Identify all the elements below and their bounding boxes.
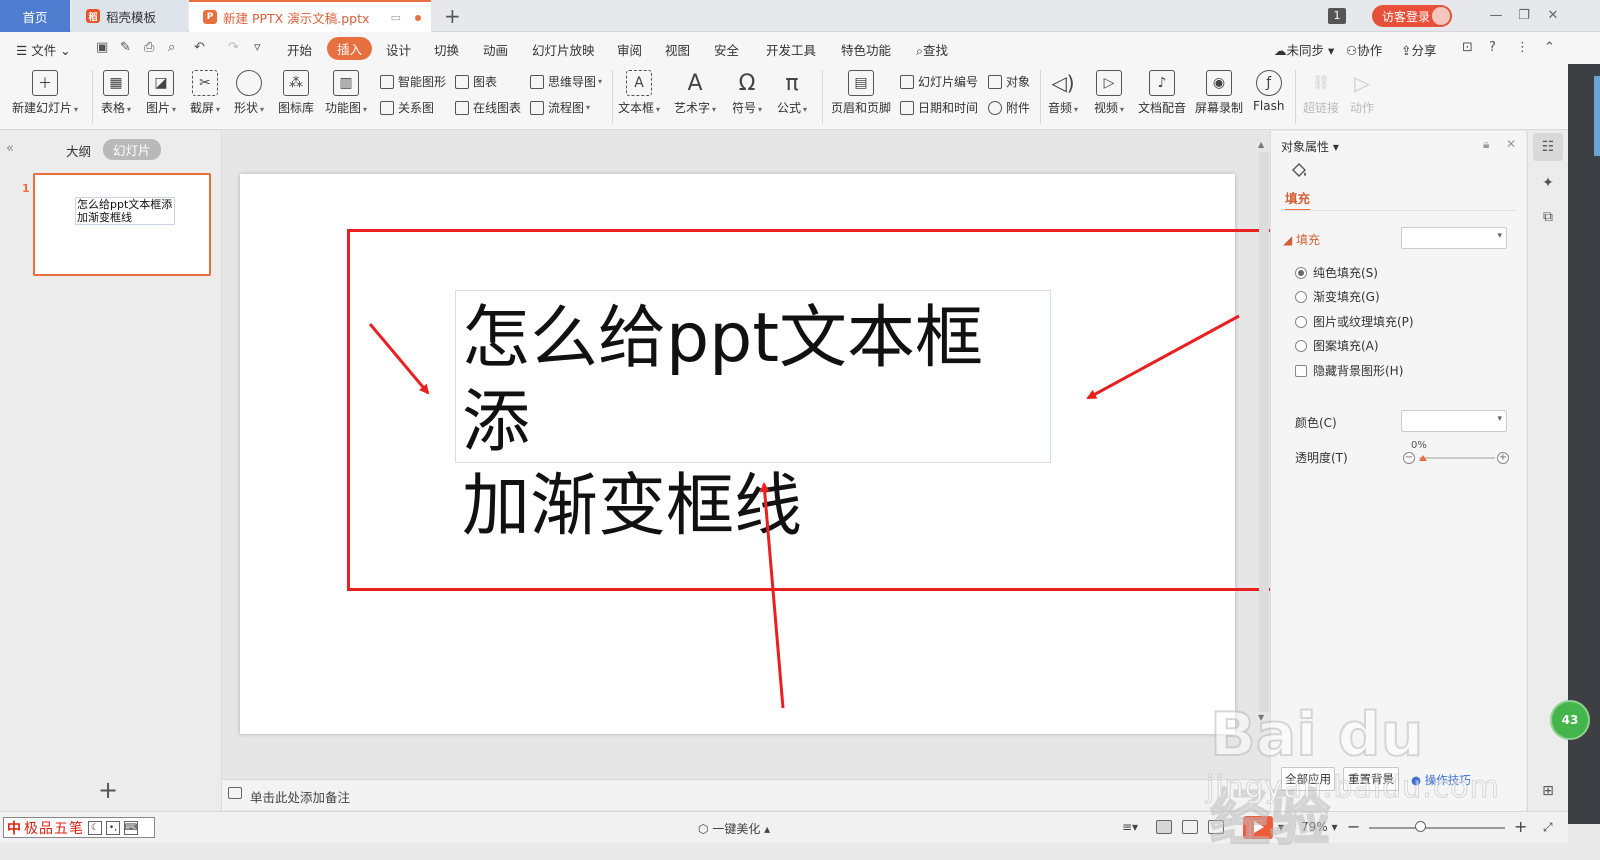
- paint-bucket-icon: [1292, 163, 1306, 177]
- decrease-icon[interactable]: −: [1403, 452, 1415, 464]
- reading-view-icon[interactable]: [1208, 820, 1224, 834]
- annotation-arrow-bottom: [759, 482, 785, 709]
- color-label: 颜色(C): [1295, 416, 1337, 430]
- ime-name: 极品五笔: [24, 820, 84, 837]
- fill-section-label: 填充: [1296, 233, 1321, 247]
- hide-background-box: [1295, 364, 1307, 377]
- notes-icon: [228, 787, 242, 799]
- zoom-knob[interactable]: [1415, 821, 1426, 832]
- ime-toolbar[interactable]: 中 极品五笔 ☾ •, ⌨: [3, 817, 155, 838]
- close-panel-icon[interactable]: ✕: [1506, 137, 1516, 151]
- ime-chinese-icon: 中: [7, 820, 21, 837]
- properties-icon[interactable]: ☷: [1533, 133, 1563, 161]
- lock-icon[interactable]: 🔒︎: [1483, 137, 1489, 152]
- scrollbar-thumb[interactable]: [1259, 152, 1269, 712]
- status-bar: 中 极品五笔 ☾ •, ⌨ ⬡ 一键美化 ▴ ≡▾ ▾ 79% ▾ − + ⤢: [0, 811, 1568, 843]
- radio-solid-fill-dot: [1295, 266, 1307, 279]
- normal-view-icon[interactable]: [1156, 820, 1172, 834]
- zoom-slider[interactable]: [1369, 827, 1505, 829]
- tips-label: 操作技巧: [1424, 773, 1471, 787]
- apply-all-button[interactable]: 全部应用: [1281, 767, 1335, 791]
- moon-icon[interactable]: ☾: [88, 820, 102, 835]
- fit-window-icon[interactable]: ⤢: [1543, 820, 1553, 835]
- pin-icon[interactable]: ✦: [1533, 169, 1563, 197]
- fill-dropdown[interactable]: [1401, 227, 1507, 249]
- annotation-arrow-left: [368, 323, 430, 395]
- beautify-button[interactable]: ⬡ 一键美化 ▴: [698, 820, 770, 837]
- radio-pattern-fill-label: 图案填充(A): [1313, 339, 1379, 353]
- zoom-in-icon[interactable]: +: [1514, 817, 1527, 836]
- radio-gradient-fill-dot: [1295, 290, 1307, 303]
- radio-picture-fill-label: 图片或纹理填充(P): [1313, 315, 1414, 329]
- punctuation-icon[interactable]: •,: [106, 820, 120, 835]
- slider-track: [1419, 457, 1495, 459]
- cube-icon: ⬡: [698, 821, 709, 836]
- beautify-label: 一键美化: [712, 822, 761, 836]
- zoom-level[interactable]: 79% ▾: [1301, 820, 1338, 834]
- radio-gradient-fill-label: 渐变填充(G): [1313, 290, 1380, 304]
- zoom-out-icon[interactable]: −: [1347, 817, 1360, 836]
- play-options-icon[interactable]: ▾: [1278, 820, 1284, 834]
- fill-section-header[interactable]: ◢ 填充: [1283, 231, 1320, 248]
- reset-background-button[interactable]: 重置背景: [1343, 767, 1399, 791]
- annotation-arrow-right: [1086, 314, 1240, 400]
- grid-icon[interactable]: ⊞: [1533, 777, 1563, 805]
- color-dropdown[interactable]: [1401, 410, 1507, 432]
- hide-background-label: 隐藏背景图形(H): [1313, 364, 1404, 378]
- tips-link[interactable]: ● 操作技巧: [1411, 772, 1471, 788]
- panel-title[interactable]: 对象属性 ▾: [1281, 138, 1339, 155]
- radio-picture-fill[interactable]: 图片或纹理填充(P): [1295, 313, 1414, 330]
- radio-solid-fill[interactable]: 纯色填充(S): [1295, 264, 1378, 281]
- play-slideshow-button[interactable]: [1243, 816, 1273, 839]
- scroll-up-icon[interactable]: ▲: [1258, 140, 1264, 149]
- radio-solid-fill-label: 纯色填充(S): [1313, 266, 1378, 280]
- transform-icon[interactable]: ⧉: [1533, 203, 1563, 231]
- radio-pattern-fill-dot: [1295, 339, 1307, 352]
- zoom-value: 79%: [1301, 820, 1328, 834]
- panel-title-label: 对象属性: [1281, 140, 1330, 154]
- scroll-down-icon[interactable]: ▼: [1258, 713, 1264, 722]
- floating-badge[interactable]: 43: [1550, 700, 1590, 740]
- notes-toggle-icon[interactable]: ≡▾: [1122, 820, 1138, 834]
- transparency-value: 0%: [1411, 440, 1427, 451]
- increase-icon[interactable]: +: [1497, 452, 1509, 464]
- keyboard-icon[interactable]: ⌨: [124, 820, 138, 835]
- radio-pattern-fill[interactable]: 图案填充(A): [1295, 337, 1379, 354]
- transparency-label: 透明度(T): [1295, 451, 1348, 465]
- notes-area[interactable]: 单击此处添加备注: [222, 779, 1270, 810]
- notes-placeholder: 单击此处添加备注: [250, 790, 351, 805]
- transparency-slider[interactable]: − 0% +: [1403, 440, 1513, 467]
- sorter-view-icon[interactable]: [1182, 820, 1198, 834]
- object-properties-panel: 对象属性 ▾ 🔒︎ ✕ 填充 ◢ 填充 纯色填充(S) 渐变填充(G) 图片或纹…: [1270, 131, 1526, 811]
- canvas-scrollbar[interactable]: ▲ ▼: [1257, 138, 1271, 724]
- radio-gradient-fill[interactable]: 渐变填充(G): [1295, 288, 1380, 305]
- fill-tab[interactable]: 填充: [1285, 188, 1311, 211]
- slider-knob[interactable]: [1419, 455, 1427, 461]
- hide-background-checkbox[interactable]: 隐藏背景图形(H): [1295, 362, 1403, 379]
- radio-picture-fill-dot: [1295, 315, 1307, 328]
